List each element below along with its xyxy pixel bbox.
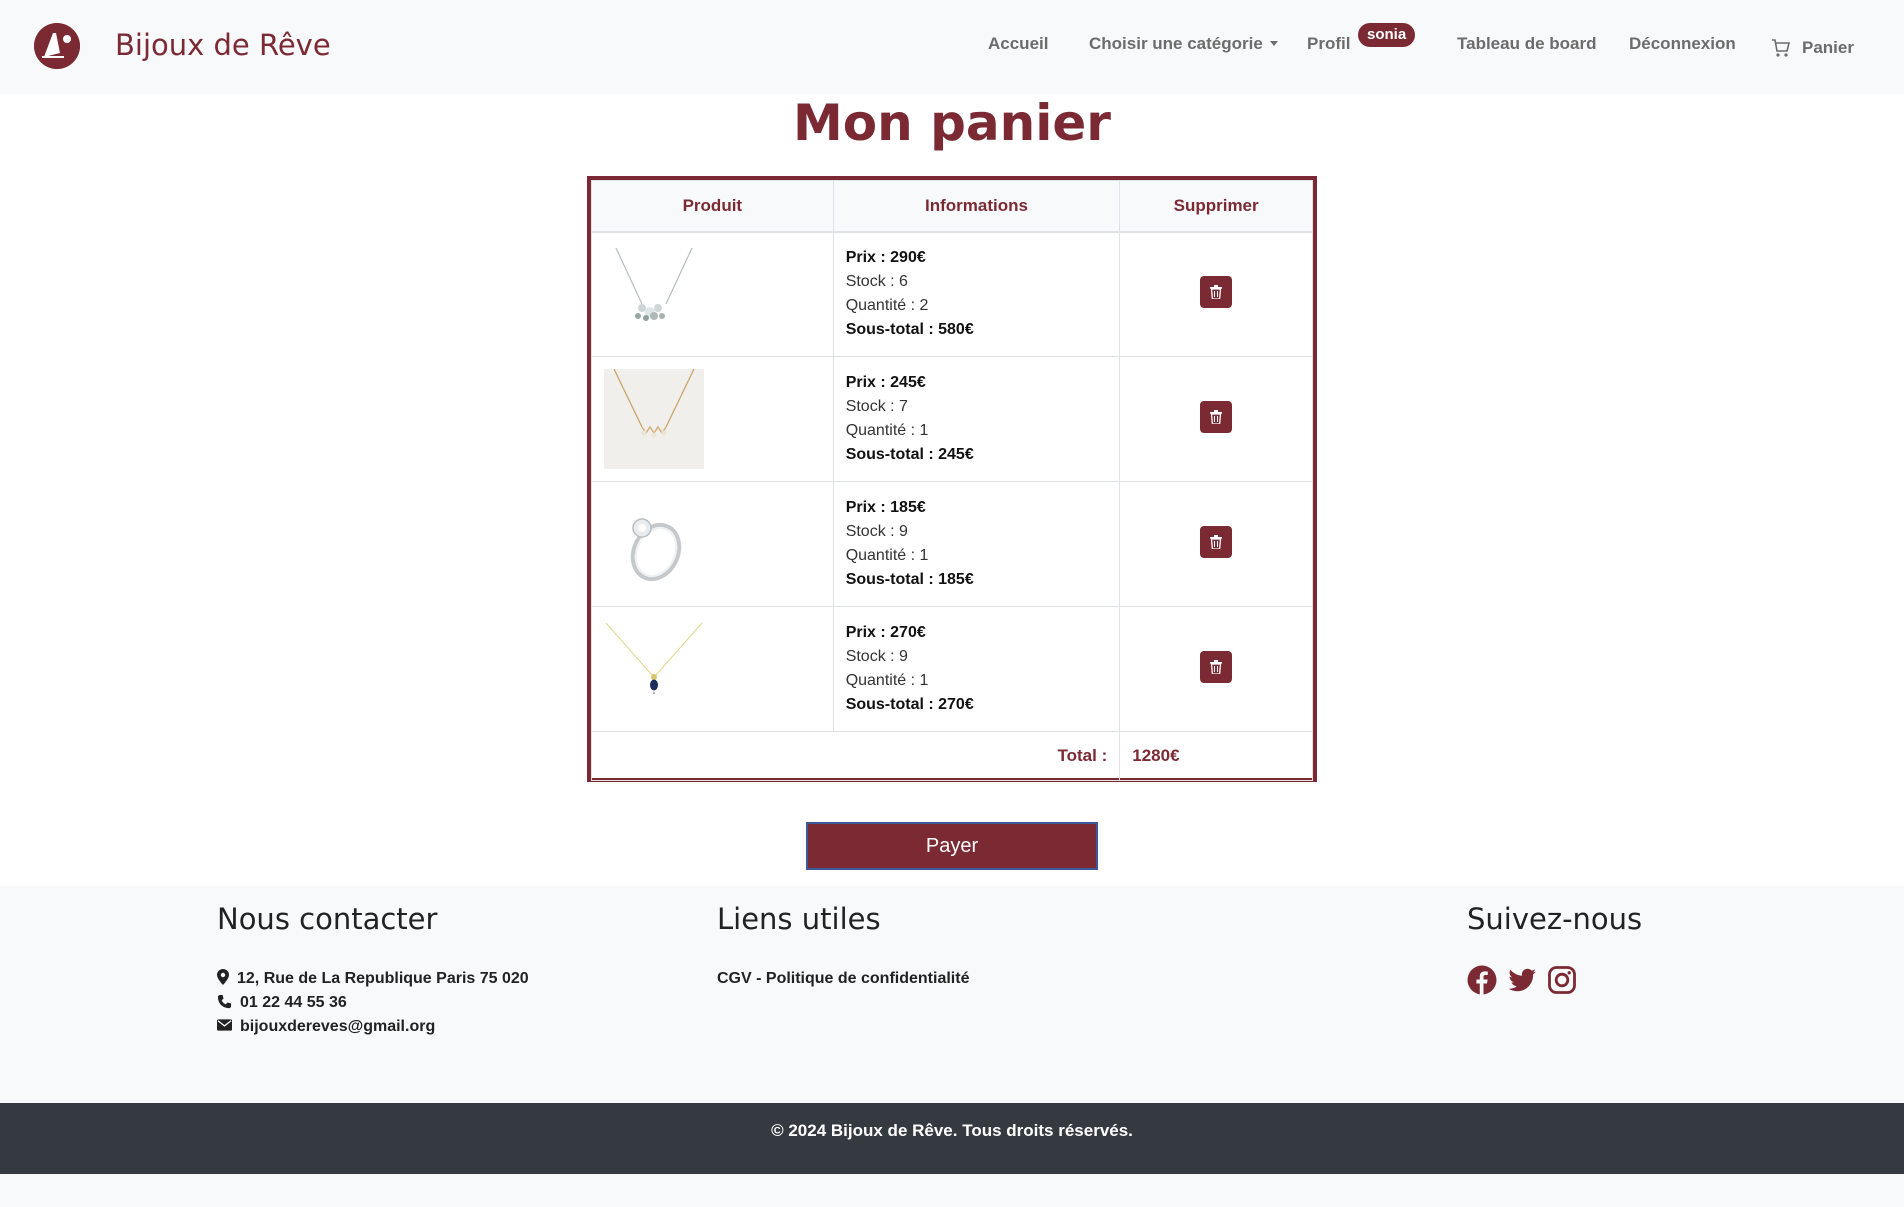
- chevron-down-icon: [1269, 40, 1278, 46]
- item-quantity: Quantité : 2: [845, 297, 929, 315]
- item-stock: Stock : 6: [845, 273, 908, 291]
- twitter-icon[interactable]: [1507, 965, 1537, 995]
- nav-cart[interactable]: Panier: [1802, 38, 1854, 58]
- trash-icon: [1210, 659, 1223, 674]
- total-value: 1280€: [1119, 731, 1313, 781]
- item-stock: Stock : 7: [845, 398, 908, 415]
- pay-button[interactable]: Payer: [806, 822, 1098, 870]
- social-title: Suivez-nous: [1467, 902, 1643, 936]
- nav-category-label: Choisir une catégorie: [1089, 34, 1263, 53]
- item-subtotal: Sous-total : 245€: [845, 446, 974, 463]
- links-title: Liens utiles: [717, 902, 881, 936]
- item-stock: Stock : 9: [845, 523, 908, 540]
- item-quantity: Quantité : 1: [845, 547, 929, 564]
- navbar: Bijoux de Rêve Accueil Choisir une catég…: [0, 0, 1904, 94]
- table-row: Prix : 245€ Stock : 7 Quantité : 1 Sous-…: [591, 356, 1313, 482]
- header-product: Produit: [591, 180, 834, 233]
- item-quantity: Quantité : 1: [845, 422, 929, 439]
- cart-table: Produit Informations Supprimer Prix: 29…: [587, 176, 1317, 782]
- item-quantity: Quantité : 1: [845, 672, 929, 689]
- item-price: Prix : 185€: [845, 499, 926, 516]
- table-row: Prix : 290€ Stock : 6 Quantité : 2 Sous-…: [591, 231, 1313, 357]
- total-label: Total :: [590, 731, 1121, 781]
- contact-email: bijouxdereves@gmail.org: [217, 1018, 435, 1036]
- item-subtotal: Sous-total : 580€: [845, 321, 974, 339]
- delete-button[interactable]: [1200, 400, 1233, 433]
- delete-button[interactable]: [1200, 275, 1233, 308]
- trash-icon: [1210, 284, 1223, 299]
- header-info: Informations: [832, 180, 1121, 233]
- cart-icon[interactable]: [1771, 38, 1791, 58]
- nav-home[interactable]: Accueil: [988, 34, 1048, 54]
- instagram-icon[interactable]: [1547, 965, 1577, 995]
- item-subtotal: Sous-total : 185€: [845, 571, 974, 588]
- nav-logout[interactable]: Déconnexion: [1629, 34, 1736, 54]
- cgv-link[interactable]: CGV - Politique de confidentialité: [717, 970, 969, 988]
- delete-button[interactable]: [1200, 650, 1233, 683]
- total-row: Total : 1280€: [590, 731, 1313, 781]
- trash-icon: [1210, 534, 1223, 549]
- facebook-icon[interactable]: [1467, 965, 1497, 995]
- delete-button[interactable]: [1200, 525, 1233, 558]
- nav-profile[interactable]: Profil: [1307, 34, 1350, 54]
- email-text: bijouxdereves@gmail.org: [240, 1018, 436, 1035]
- trash-icon: [1210, 409, 1223, 424]
- contact-title: Nous contacter: [217, 902, 438, 936]
- silver-necklace-icon: [604, 244, 704, 345]
- phone-icon: [217, 994, 232, 1008]
- sapphire-pendant-icon: [604, 619, 704, 719]
- item-price: Prix : 290€: [845, 249, 926, 267]
- table-row: Prix : 270€ Stock : 9 Quantité : 1 Sous-…: [591, 606, 1313, 732]
- nav-category-dropdown[interactable]: Choisir une catégorie: [1089, 34, 1278, 54]
- item-stock: Stock : 9: [845, 648, 908, 665]
- phone-text: 01 22 44 55 36: [240, 994, 347, 1011]
- bottom-strip: [0, 1174, 1904, 1207]
- envelope-icon: [217, 1019, 232, 1031]
- nav-dashboard[interactable]: Tableau de board: [1457, 34, 1597, 54]
- brand-name[interactable]: Bijoux de Rêve: [115, 28, 331, 62]
- brand-logo[interactable]: [34, 23, 80, 69]
- user-badge: sonia: [1358, 23, 1416, 47]
- item-subtotal: Sous-total : 270€: [845, 696, 974, 713]
- page-title: Mon panier: [793, 94, 1111, 152]
- diamond-ring-icon: [604, 494, 704, 594]
- map-pin-icon: [217, 969, 229, 986]
- contact-phone: 01 22 44 55 36: [217, 994, 347, 1012]
- item-price: Prix : 270€: [845, 624, 926, 641]
- item-price: Prix : 245€: [845, 374, 926, 391]
- gold-necklace-icon: [604, 368, 704, 469]
- contact-address: 12, Rue de La Republique Paris 75 020: [217, 969, 529, 988]
- header-delete: Supprimer: [1119, 180, 1313, 233]
- address-text: 12, Rue de La Republique Paris 75 020: [237, 970, 529, 987]
- copyright-text: © 2024 Bijoux de Rêve. Tous droits réser…: [771, 1121, 1133, 1140]
- table-row: Prix : 185€ Stock : 9 Quantité : 1 Sous-…: [591, 481, 1313, 607]
